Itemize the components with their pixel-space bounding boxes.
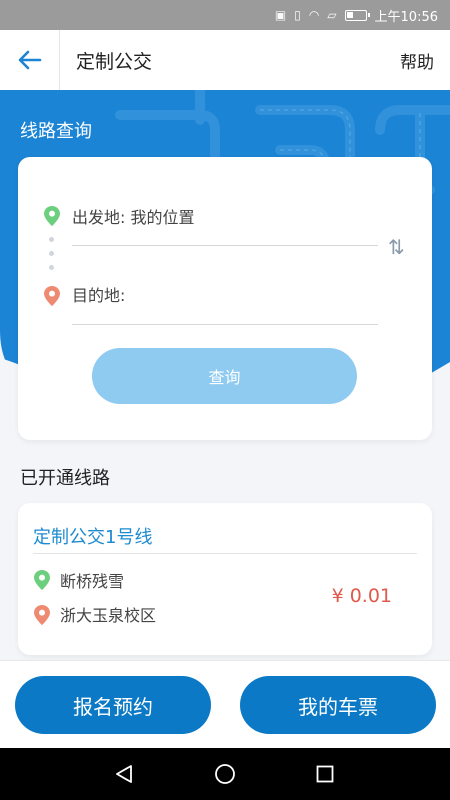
destination-pin-icon bbox=[44, 286, 60, 306]
nav-home-icon[interactable] bbox=[214, 763, 236, 785]
nfc-icon: ▣ bbox=[274, 8, 287, 22]
help-button[interactable]: 帮助 bbox=[400, 48, 450, 73]
nav-recents-icon[interactable] bbox=[316, 765, 334, 783]
route-dot bbox=[49, 251, 54, 256]
battery-icon bbox=[344, 9, 370, 21]
route-dot bbox=[49, 265, 54, 270]
route-start-stop: 断桥残雪 bbox=[60, 572, 125, 591]
signup-reservation-button[interactable]: 报名预约 bbox=[15, 676, 211, 734]
status-bar: ▣ ▯ ◠ ▱ 上午10:56 bbox=[0, 0, 450, 30]
bottom-action-bar: 报名预约 我的车票 bbox=[0, 660, 450, 748]
nav-back-icon[interactable] bbox=[114, 764, 134, 784]
sim-alert-icon: ▱ bbox=[327, 8, 337, 22]
end-stop-pin-icon bbox=[34, 605, 50, 625]
route-divider bbox=[33, 553, 417, 554]
page-title: 定制公交 bbox=[76, 50, 153, 73]
destination-underline bbox=[72, 324, 378, 325]
route-name: 定制公交1号线 bbox=[33, 527, 153, 548]
wifi-icon: ◠ bbox=[308, 8, 320, 22]
route-price: ¥ 0.01 bbox=[331, 585, 392, 607]
vibrate-icon: ▯ bbox=[294, 8, 301, 22]
route-search-card: 出发地: 我的位置 ⇅ 目的地: 查询 bbox=[18, 157, 432, 440]
destination-field[interactable]: 目的地: bbox=[72, 282, 125, 306]
origin-field[interactable]: 出发地: 我的位置 bbox=[72, 204, 194, 228]
route-search-heading: 线路查询 bbox=[20, 121, 92, 142]
query-button[interactable]: 查询 bbox=[92, 348, 357, 404]
back-button[interactable] bbox=[0, 30, 60, 90]
route-end-stop: 浙大玉泉校区 bbox=[60, 606, 157, 625]
my-tickets-button[interactable]: 我的车票 bbox=[240, 676, 436, 734]
origin-underline bbox=[72, 245, 378, 246]
opened-routes-heading: 已开通线路 bbox=[20, 468, 110, 489]
back-arrow-icon bbox=[18, 50, 41, 70]
start-stop-pin-icon bbox=[34, 570, 50, 590]
system-navigation-bar bbox=[0, 748, 450, 800]
swap-icon[interactable]: ⇅ bbox=[388, 235, 405, 259]
route-card[interactable]: 定制公交1号线 断桥残雪 浙大玉泉校区 ¥ 0.01 bbox=[18, 503, 432, 655]
title-bar: 定制公交 帮助 bbox=[0, 30, 450, 90]
origin-pin-icon bbox=[44, 206, 60, 226]
status-time: 上午10:56 bbox=[374, 9, 438, 25]
route-dot bbox=[49, 237, 54, 242]
